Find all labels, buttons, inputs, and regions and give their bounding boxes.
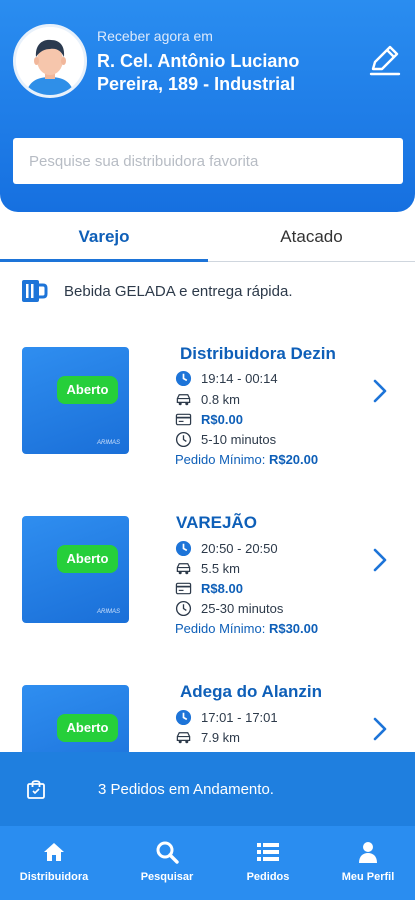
nav-pesquisar[interactable]: Pesquisar [117, 840, 217, 883]
car-icon [176, 731, 191, 743]
store-hours: 19:14 - 00:14 [175, 368, 278, 388]
clock-icon [175, 709, 192, 725]
store-distance: 5.5 km [175, 558, 240, 578]
chevron-right-icon[interactable] [368, 377, 392, 405]
logo-mark: ARIMAS [96, 440, 120, 446]
delivery-time: 25-30 minutos [175, 598, 283, 618]
avatar[interactable] [13, 24, 87, 98]
address-caption: Receber agora em [97, 28, 213, 44]
card-icon [175, 582, 192, 594]
header: Receber agora em R. Cel. Antônio Luciano… [0, 0, 415, 212]
store-logo: Aberto ARIMAS [22, 516, 129, 623]
delivery-time: 5-10 minutos [175, 429, 276, 449]
address-line-2: Pereira, 189 - Industrial [97, 74, 296, 94]
tab-bar: Varejo Atacado [0, 214, 415, 262]
card-icon [175, 413, 192, 425]
chevron-right-icon[interactable] [368, 546, 392, 574]
orders-in-progress-text: 3 Pedidos em Andamento. [98, 780, 274, 798]
search-input[interactable] [13, 138, 403, 184]
delivery-fee: R$8.00 [175, 578, 243, 598]
status-badge: Aberto [57, 376, 118, 404]
pencil-icon [369, 45, 401, 76]
delivery-fee: R$0.00 [175, 409, 243, 429]
store-hours: 17:01 - 17:01 [175, 707, 278, 727]
logo-mark: ARIMAS [96, 609, 120, 615]
car-icon [176, 562, 191, 574]
nav-label: Pedidos [246, 871, 290, 883]
clock-icon [175, 540, 192, 556]
avatar-illustration [16, 27, 84, 95]
store-name: Distribuidora Dezin [180, 344, 336, 363]
beer-mug-icon [22, 280, 48, 302]
store-hours: 20:50 - 20:50 [175, 538, 278, 558]
status-badge: Aberto [57, 545, 118, 573]
nav-meu-perfil[interactable]: Meu Perfil [318, 840, 415, 883]
nav-label: Meu Perfil [341, 871, 395, 883]
store-card[interactable]: Aberto ARIMAS Distribuidora Dezin 19:14 … [0, 340, 415, 470]
home-icon [44, 843, 64, 861]
chevron-right-icon[interactable] [368, 715, 392, 743]
nav-label: Distribuidora [19, 871, 89, 883]
store-distance: 7.9 km [175, 727, 240, 747]
address-line-1: R. Cel. Antônio Luciano [97, 51, 300, 71]
user-icon [359, 842, 377, 863]
orders-in-progress-bar[interactable]: 3 Pedidos em Andamento. [0, 752, 415, 826]
list-icon [257, 843, 279, 861]
banner-text: Bebida GELADA e entrega rápida. [64, 282, 293, 300]
car-icon [176, 393, 191, 405]
nav-distribuidora[interactable]: Distribuidora [4, 840, 104, 883]
nav-label: Pesquisar [140, 871, 194, 883]
timer-icon [175, 431, 192, 447]
promo-banner: Bebida GELADA e entrega rápida. [20, 276, 400, 306]
shopping-bag-icon [27, 780, 45, 799]
store-card[interactable]: Aberto ARIMAS VAREJÃO 20:50 - 20:50 5.5 … [0, 509, 415, 639]
store-name: VAREJÃO [176, 513, 257, 532]
timer-icon [175, 600, 192, 616]
edit-address-button[interactable] [366, 42, 402, 78]
minimum-order: Pedido Mínimo: R$30.00 [175, 621, 319, 636]
delivery-address[interactable]: R. Cel. Antônio Luciano Pereira, 189 - I… [97, 50, 347, 96]
store-logo: Aberto ARIMAS [22, 347, 129, 454]
minimum-order: Pedido Mínimo: R$20.00 [175, 452, 319, 467]
bottom-nav: Distribuidora Pesquisar Pedidos Meu Perf… [0, 826, 415, 900]
store-distance: 0.8 km [175, 389, 240, 409]
store-name: Adega do Alanzin [180, 682, 322, 701]
nav-pedidos[interactable]: Pedidos [218, 840, 318, 883]
search-icon [156, 841, 179, 864]
clock-icon [175, 370, 192, 386]
tab-varejo[interactable]: Varejo [0, 214, 208, 262]
status-badge: Aberto [57, 714, 118, 742]
tab-atacado[interactable]: Atacado [208, 214, 415, 262]
